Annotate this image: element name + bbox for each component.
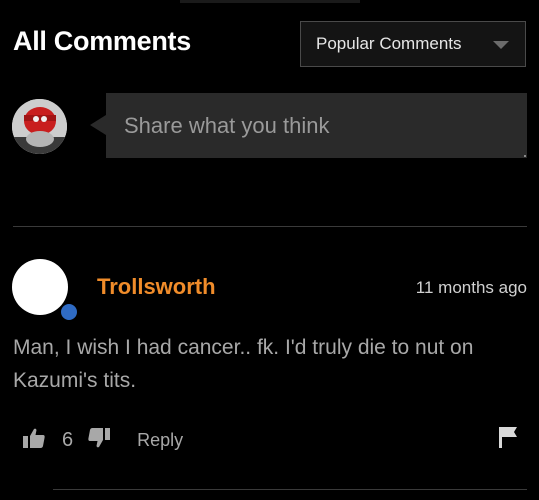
avatar-image: [12, 99, 67, 154]
vote-count: 6: [62, 428, 74, 451]
chevron-down-icon: [493, 41, 509, 49]
comment-input[interactable]: Share what you think: [106, 93, 527, 158]
comment-input-placeholder: Share what you think: [124, 112, 330, 138]
flag-icon[interactable]: [498, 425, 520, 454]
current-user-avatar[interactable]: [12, 99, 67, 154]
resize-handle[interactable]: [524, 155, 526, 157]
sort-dropdown-label: Popular Comments: [316, 34, 462, 53]
comment-author-name[interactable]: Trollsworth: [97, 274, 216, 300]
reply-button[interactable]: Reply: [137, 430, 183, 451]
sort-dropdown[interactable]: Popular Comments: [300, 21, 526, 67]
comment-body: Man, I wish I had cancer.. fk. I'd truly…: [13, 336, 474, 392]
thumbs-up-icon[interactable]: [22, 426, 46, 455]
composer-pointer: [90, 115, 106, 135]
page-title: All Comments: [13, 26, 191, 56]
comment-timestamp: 11 months ago: [415, 278, 527, 297]
top-edge-strip: [180, 0, 360, 3]
thumbs-down-icon[interactable]: [87, 426, 111, 455]
divider: [13, 226, 527, 227]
status-dot: [59, 302, 79, 322]
comment-actions: 6 Reply: [22, 425, 183, 455]
divider: [53, 489, 527, 490]
